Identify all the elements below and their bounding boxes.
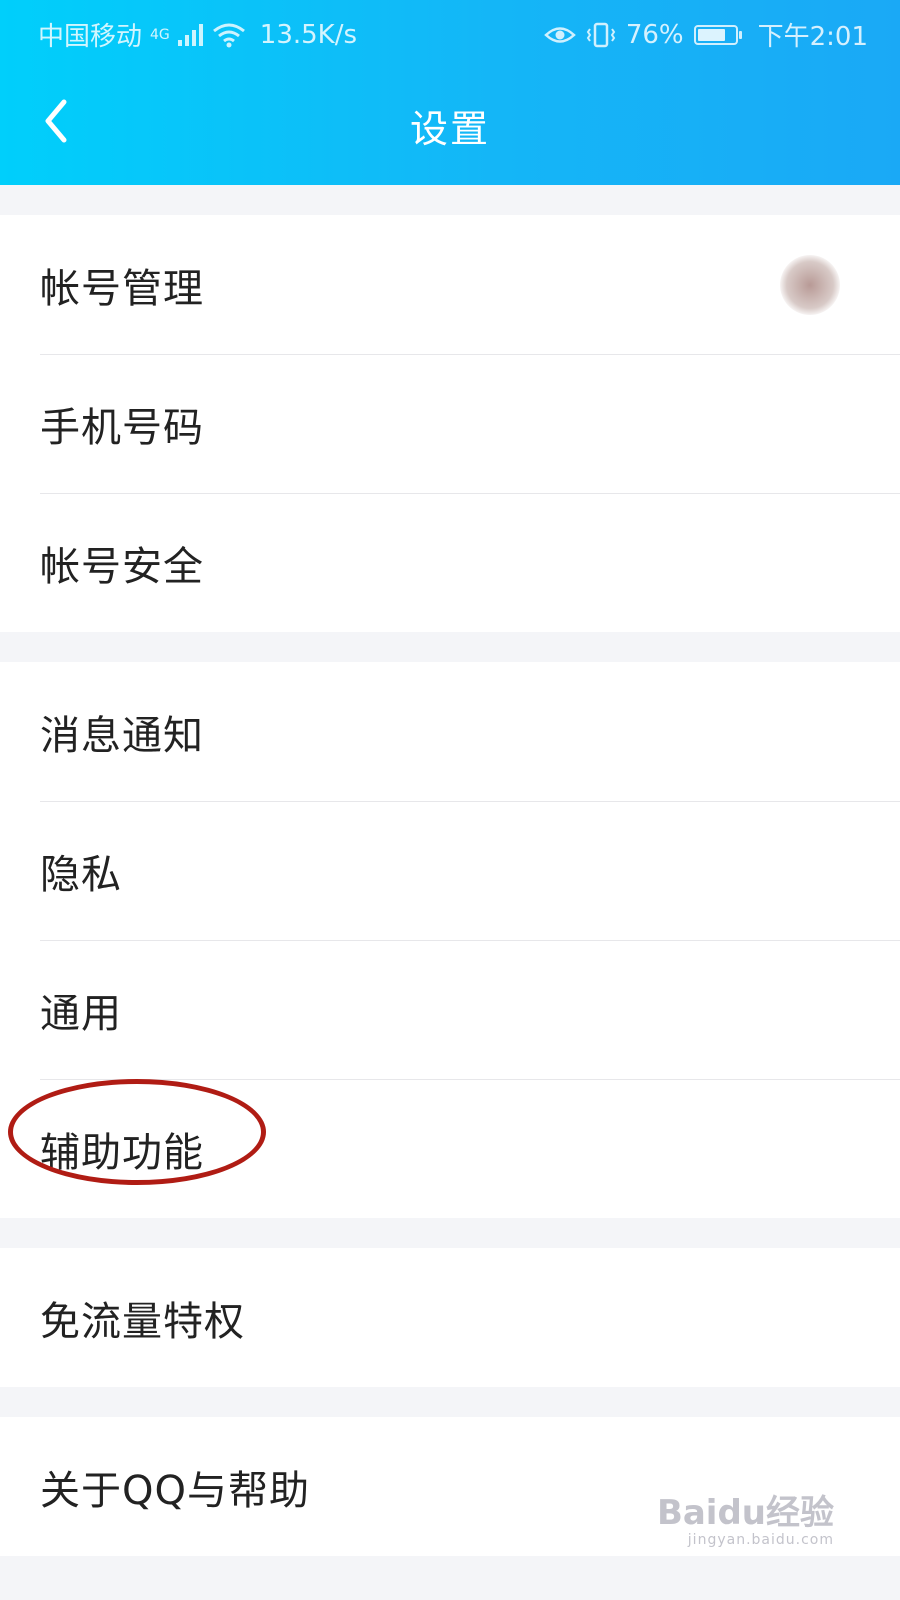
signal-icon	[177, 23, 203, 46]
settings-item-label: 辅助功能	[40, 1129, 204, 1176]
settings-group-account: 帐号管理 手机号码 帐号安全	[0, 215, 900, 632]
network-type: 4G	[150, 26, 170, 43]
title-bar: 中国移动 4G 13.5K/s 76% 下午2:01 设置	[0, 0, 900, 185]
settings-item-label: 隐私	[40, 851, 122, 898]
settings-item-general[interactable]: 通用	[0, 940, 900, 1079]
network-speed: 13.5K/s	[259, 19, 358, 50]
settings-item-label: 帐号管理	[40, 265, 204, 312]
vibrate-icon	[586, 22, 616, 47]
watermark: Baidu经验 jingyan.baidu.com	[657, 1485, 834, 1548]
settings-item-account-management[interactable]: 帐号管理	[0, 215, 900, 354]
battery-level	[697, 28, 725, 41]
wifi-icon	[212, 23, 245, 47]
settings-item-notifications[interactable]: 消息通知	[0, 662, 900, 801]
page-title: 设置	[409, 107, 490, 151]
settings-item-accessibility[interactable]: 辅助功能	[0, 1079, 900, 1218]
carrier-label: 中国移动	[38, 22, 143, 52]
settings-item-account-security[interactable]: 帐号安全	[0, 493, 900, 632]
settings-item-label: 帐号安全	[40, 543, 204, 590]
settings-group-data: 免流量特权	[0, 1248, 900, 1387]
watermark-url: jingyan.baidu.com	[687, 1532, 834, 1548]
avatar	[780, 254, 840, 315]
eye-icon	[543, 26, 576, 43]
settings-item-privacy[interactable]: 隐私	[0, 801, 900, 940]
settings-list: 帐号管理 手机号码 帐号安全 消息通知 隐私 通用 辅助功能 免流量特权 关于Q…	[0, 185, 900, 1556]
battery-icon	[693, 24, 742, 45]
battery-percent: 76%	[625, 19, 684, 50]
settings-item-label: 消息通知	[40, 712, 204, 759]
settings-group-general: 消息通知 隐私 通用 辅助功能	[0, 662, 900, 1218]
status-bar: 中国移动 4G 13.5K/s 76% 下午2:01	[0, 0, 900, 64]
settings-item-label: 关于QQ与帮助	[40, 1467, 310, 1514]
clock: 下午2:01	[757, 22, 868, 52]
settings-item-label: 免流量特权	[40, 1298, 245, 1345]
watermark-brand: Baidu经验	[656, 1493, 834, 1533]
settings-item-label: 手机号码	[40, 404, 204, 451]
settings-item-data-privilege[interactable]: 免流量特权	[0, 1248, 900, 1387]
settings-item-label: 通用	[40, 990, 122, 1037]
settings-item-phone-number[interactable]: 手机号码	[0, 354, 900, 493]
